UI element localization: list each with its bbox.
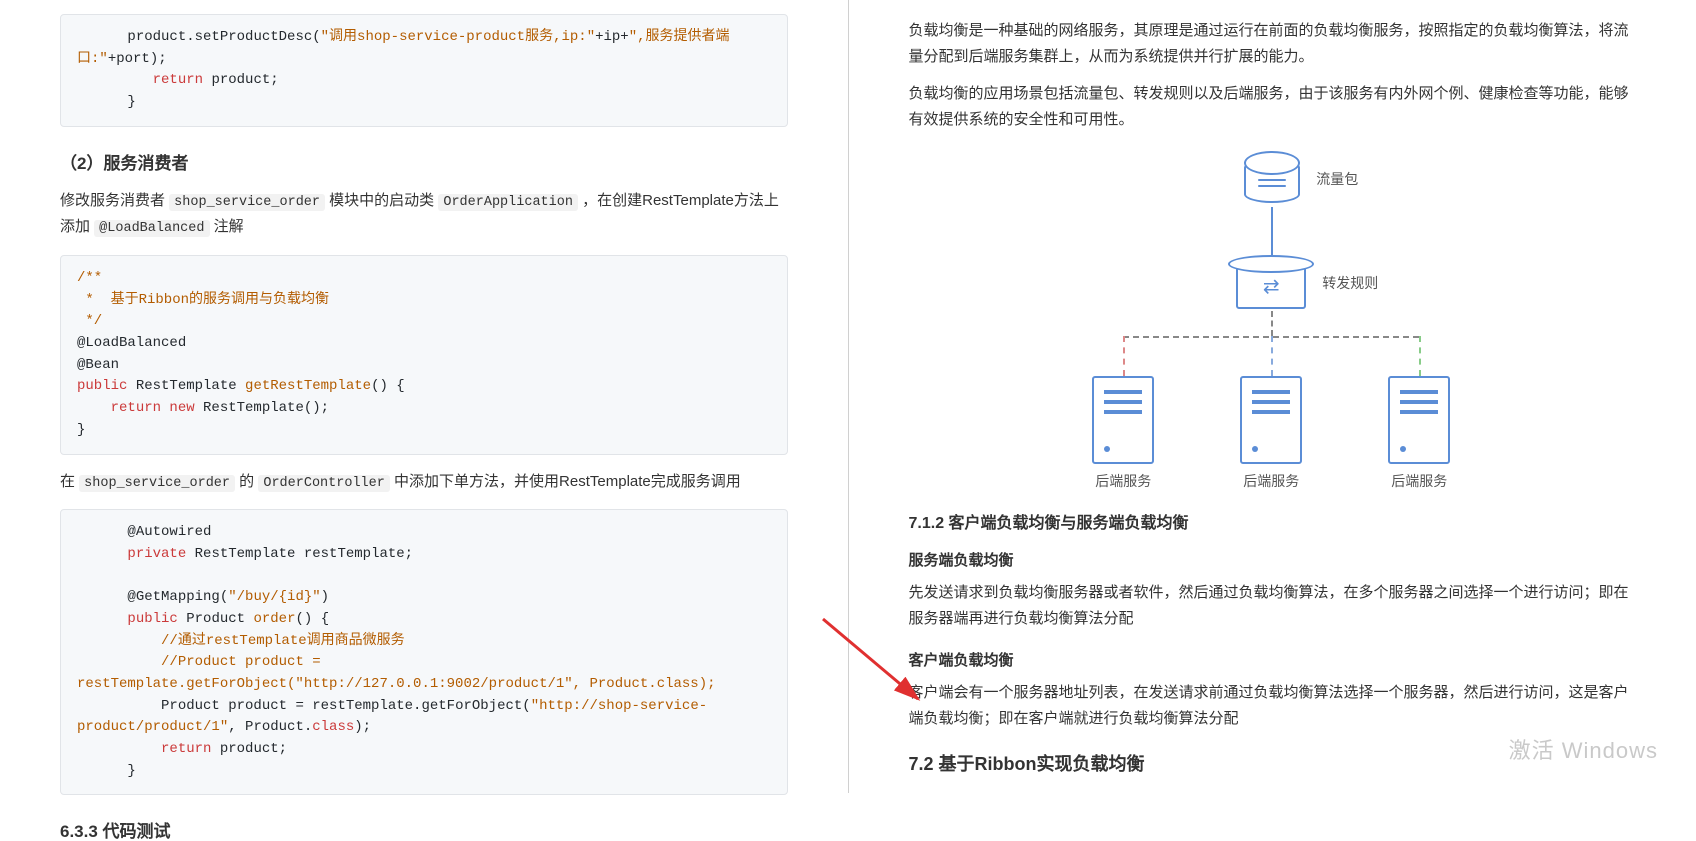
code-text: product; xyxy=(211,741,287,757)
text: 中添加下单方法，并使用RestTemplate完成服务调用 xyxy=(390,473,741,490)
right-column: 负载均衡是一种基础的网络服务，其原理是通过运行在前面的负载均衡服务，按照指定的负… xyxy=(849,0,1696,793)
code-text: "调用shop-service-product服务,ip:" xyxy=(321,29,595,45)
code-text: public xyxy=(127,611,177,627)
text: 的 xyxy=(235,473,258,490)
code-text: return xyxy=(161,741,211,757)
code-text: @Bean xyxy=(77,357,119,373)
code-block-1: product.setProductDesc("调用shop-service-p… xyxy=(60,14,788,127)
heading-633: 6.3.3 代码测试 xyxy=(60,817,788,841)
code-chip: OrderApplication xyxy=(438,194,578,211)
heading-client-lb: 客户端负载均衡 xyxy=(909,649,1637,670)
connector-line xyxy=(1123,336,1125,376)
code-text: } xyxy=(77,94,136,110)
code-text xyxy=(77,72,153,88)
server-icon xyxy=(1092,376,1154,464)
heading-712: 7.1.2 客户端负载均衡与服务端负载均衡 xyxy=(909,509,1637,533)
code-text: } xyxy=(77,422,85,438)
text: 在 xyxy=(60,473,79,490)
shuffle-icon: ⇄ xyxy=(1263,274,1280,299)
connector-line xyxy=(1271,336,1273,376)
code-text: ) xyxy=(321,589,329,605)
code-text xyxy=(77,568,85,584)
code-text: return xyxy=(153,72,203,88)
code-text xyxy=(77,741,161,757)
code-text: , Product. xyxy=(228,719,312,735)
code-text: RestTemplate xyxy=(127,378,245,394)
server-icon xyxy=(1240,376,1302,464)
code-text: } xyxy=(77,763,136,779)
code-text: public xyxy=(77,378,127,394)
code-text: +port); xyxy=(108,51,167,67)
heading-server-lb: 服务端负载均衡 xyxy=(909,549,1637,570)
paragraph-controller: 在 shop_service_order 的 OrderController 中… xyxy=(60,469,788,496)
watermark-text: 激活 Windows xyxy=(1509,733,1658,765)
code-text: RestTemplate restTemplate; xyxy=(186,546,413,562)
code-text: class xyxy=(312,719,354,735)
code-text: //通过restTemplate调用商品微服务 xyxy=(77,633,405,649)
connector-line xyxy=(1271,311,1273,336)
code-text xyxy=(77,400,111,416)
code-text: * 基于Ribbon的服务调用与负载均衡 xyxy=(77,292,329,308)
code-text: () { xyxy=(371,378,405,394)
backend-label-3: 后端服务 xyxy=(1391,471,1447,491)
code-text: () { xyxy=(295,611,329,627)
code-text: private xyxy=(127,546,186,562)
code-text: getRestTemplate xyxy=(245,378,371,394)
code-text: Product product = restTemplate.getForObj… xyxy=(77,698,531,714)
code-block-2: /** * 基于Ribbon的服务调用与负载均衡 */ @LoadBalance… xyxy=(60,255,788,455)
code-text: ); xyxy=(354,719,371,735)
connector-line xyxy=(1419,336,1421,376)
code-text: product.setProductDesc( xyxy=(77,29,321,45)
paragraph-lb-intro-2: 负载均衡的应用场景包括流量包、转发规则以及后端服务，由于该服务有内外网个例、健康… xyxy=(909,81,1637,134)
code-text: @LoadBalanced xyxy=(77,335,186,351)
heading-consumer: （2）服务消费者 xyxy=(60,149,788,174)
server-icon xyxy=(1388,376,1450,464)
backend-label-1: 后端服务 xyxy=(1095,471,1151,491)
paragraph-server-lb: 先发送请求到负载均衡服务器或者软件，然后通过负载均衡算法，在多个服务器之间选择一… xyxy=(909,580,1637,633)
traffic-node-icon xyxy=(1244,159,1300,203)
paragraph-lb-intro-1: 负载均衡是一种基础的网络服务，其原理是通过运行在前面的负载均衡服务，按照指定的负… xyxy=(909,18,1637,71)
connector-line xyxy=(1271,207,1273,255)
text: 注解 xyxy=(210,218,244,235)
code-text: "/buy/{id}" xyxy=(228,589,320,605)
left-column: product.setProductDesc("调用shop-service-p… xyxy=(0,0,848,793)
code-text xyxy=(77,546,127,562)
code-text: */ xyxy=(77,313,102,329)
code-chip: OrderController xyxy=(258,475,390,492)
code-text: @GetMapping( xyxy=(77,589,228,605)
code-text: @Autowired xyxy=(77,524,211,540)
text: 模块中的启动类 xyxy=(325,192,438,209)
code-chip: shop_service_order xyxy=(169,194,325,211)
code-text: +ip+ xyxy=(595,29,629,45)
code-text: Product xyxy=(178,611,254,627)
code-text: //Product product = restTemplate.getForO… xyxy=(77,654,716,692)
code-text: /** xyxy=(77,270,102,286)
rule-node-icon: ⇄ xyxy=(1236,261,1306,309)
paragraph-consumer: 修改服务消费者 shop_service_order 模块中的启动类 Order… xyxy=(60,188,788,241)
rule-label: 转发规则 xyxy=(1322,273,1378,293)
traffic-label: 流量包 xyxy=(1316,169,1358,189)
code-text: product; xyxy=(203,72,279,88)
code-block-3: @Autowired private RestTemplate restTemp… xyxy=(60,509,788,795)
paragraph-client-lb: 客户端会有一个服务器地址列表，在发送请求前通过负载均衡算法选择一个服务器，然后进… xyxy=(909,680,1637,733)
code-chip: @LoadBalanced xyxy=(94,220,209,237)
backend-label-2: 后端服务 xyxy=(1243,471,1299,491)
page-container: product.setProductDesc("调用shop-service-p… xyxy=(0,0,1696,793)
load-balance-diagram: 流量包 ⇄ 转发规则 后端服务 xyxy=(992,151,1552,491)
code-text xyxy=(77,611,127,627)
code-text: return new xyxy=(111,400,195,416)
text: 修改服务消费者 xyxy=(60,192,169,209)
code-chip: shop_service_order xyxy=(79,475,235,492)
code-text: order xyxy=(253,611,295,627)
code-text: RestTemplate(); xyxy=(195,400,329,416)
